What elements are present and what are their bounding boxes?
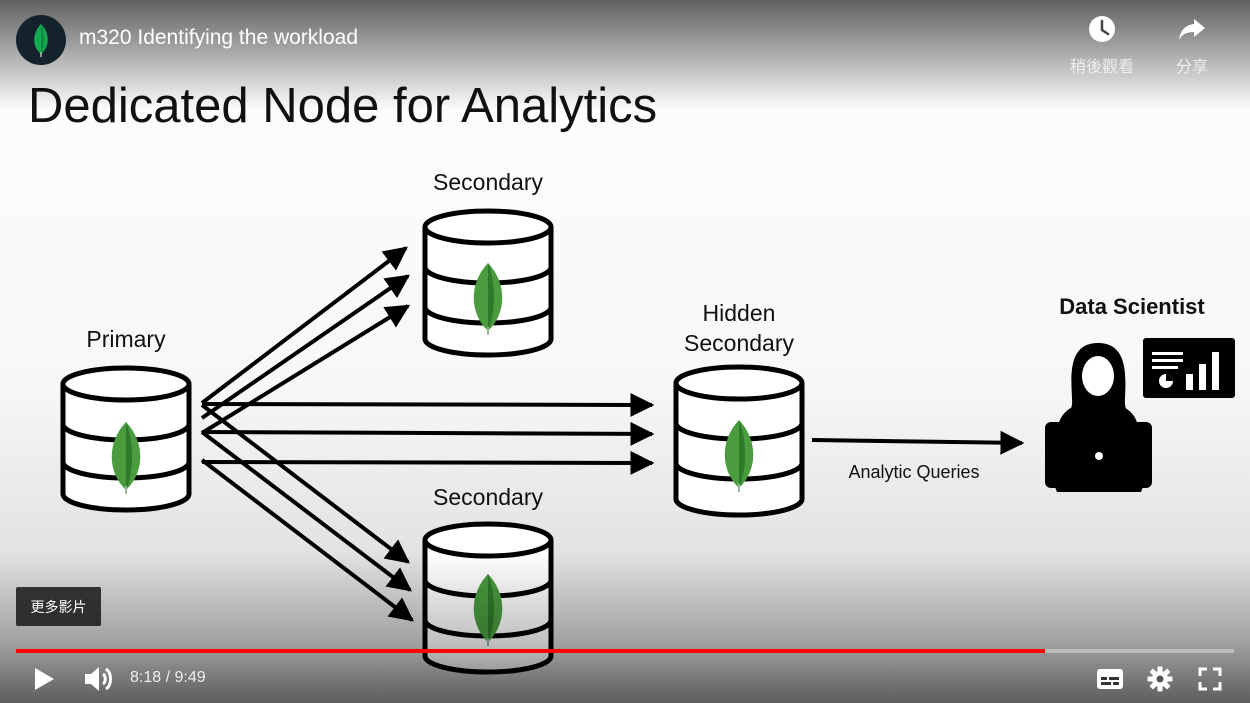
share-button[interactable]: 分享 [1152,14,1232,77]
watch-later-label: 稍後觀看 [1069,59,1134,76]
label-hidden-secondary: Secondary [684,330,794,356]
arrow-primary-to-hidden [201,421,655,446]
arrow-primary-to-hidden [201,392,655,417]
label-data-scientist: Data Scientist [1059,294,1205,319]
database-icon-secondary-top [422,208,554,358]
volume-button[interactable] [80,661,116,697]
database-icon-hidden-secondary [673,364,805,518]
dashboard-chart-icon [1143,338,1235,398]
play-button[interactable] [26,661,62,697]
current-time: 8:18 [130,669,162,686]
label-analytic-queries: Analytic Queries [848,462,979,482]
arrow-primary-to-hidden [201,450,655,475]
video-title[interactable]: m320 Identifying the workload [79,26,358,50]
database-icon-primary [60,365,192,513]
settings-button[interactable] [1142,661,1178,697]
progress-bar[interactable] [16,649,1234,653]
label-secondary-top: Secondary [433,169,543,195]
subtitles-button[interactable] [1092,661,1128,697]
video-frame[interactable]: Dedicated Node for Analytics Primary Sec… [0,0,1250,703]
label-hidden: Hidden [703,300,776,326]
play-icon [35,668,54,690]
watch-later-button[interactable]: 稍後觀看 [1062,14,1142,77]
subtitles-icon [1097,669,1123,689]
clock-icon [1089,16,1115,42]
duration: 9:49 [174,669,206,686]
share-arrow-icon [1179,19,1205,40]
label-primary: Primary [86,326,166,352]
time-display: 8:18 / 9:49 [130,669,206,687]
fullscreen-button[interactable] [1192,661,1228,697]
mongodb-leaf-icon [34,24,48,57]
volume-icon [85,667,112,691]
time-separator: / [161,669,175,686]
channel-avatar[interactable] [16,15,66,65]
share-label: 分享 [1175,59,1208,76]
progress-played [16,649,1046,653]
slide-diagram: Dedicated Node for Analytics Primary Sec… [0,0,1250,703]
label-secondary-bottom: Secondary [433,484,543,510]
gear-icon [1147,666,1173,692]
slide-title: Dedicated Node for Analytics [28,79,657,133]
video-player[interactable]: Dedicated Node for Analytics Primary Sec… [0,0,1250,703]
more-videos-button[interactable]: 更多影片 [16,587,101,626]
fullscreen-icon [1198,667,1222,691]
